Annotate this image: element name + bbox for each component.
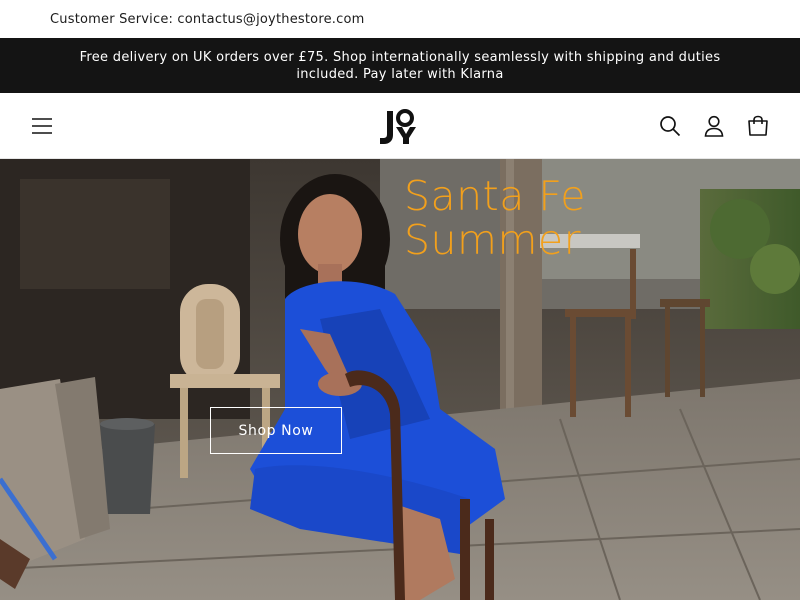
cart-icon <box>748 115 768 136</box>
account-icon <box>704 115 724 137</box>
hero-banner: Santa Fe Summer Shop Now <box>0 159 800 600</box>
account-button[interactable] <box>700 112 728 140</box>
search-button[interactable] <box>656 112 684 140</box>
hero-title-line-1: Santa Fe <box>404 172 586 220</box>
utility-bar: Customer Service: contactus@joythestore.… <box>0 0 800 38</box>
hero-title-line-2: Summer <box>404 216 581 264</box>
cart-button[interactable] <box>744 112 772 140</box>
menu-icon <box>32 118 52 134</box>
menu-button[interactable] <box>28 112 56 140</box>
shop-now-button[interactable]: Shop Now <box>210 407 342 454</box>
joy-logo[interactable] <box>378 105 422 147</box>
customer-service-text[interactable]: Customer Service: contactus@joythestore.… <box>50 12 364 27</box>
site-header <box>0 93 800 159</box>
announcement-bar: Free delivery on UK orders over £75. Sho… <box>0 38 800 93</box>
shop-now-label: Shop Now <box>238 422 314 439</box>
hero-image <box>0 159 800 600</box>
announcement-text: Free delivery on UK orders over £75. Sho… <box>79 49 721 82</box>
search-icon <box>660 116 681 137</box>
hero-title: Santa Fe Summer <box>404 174 586 262</box>
